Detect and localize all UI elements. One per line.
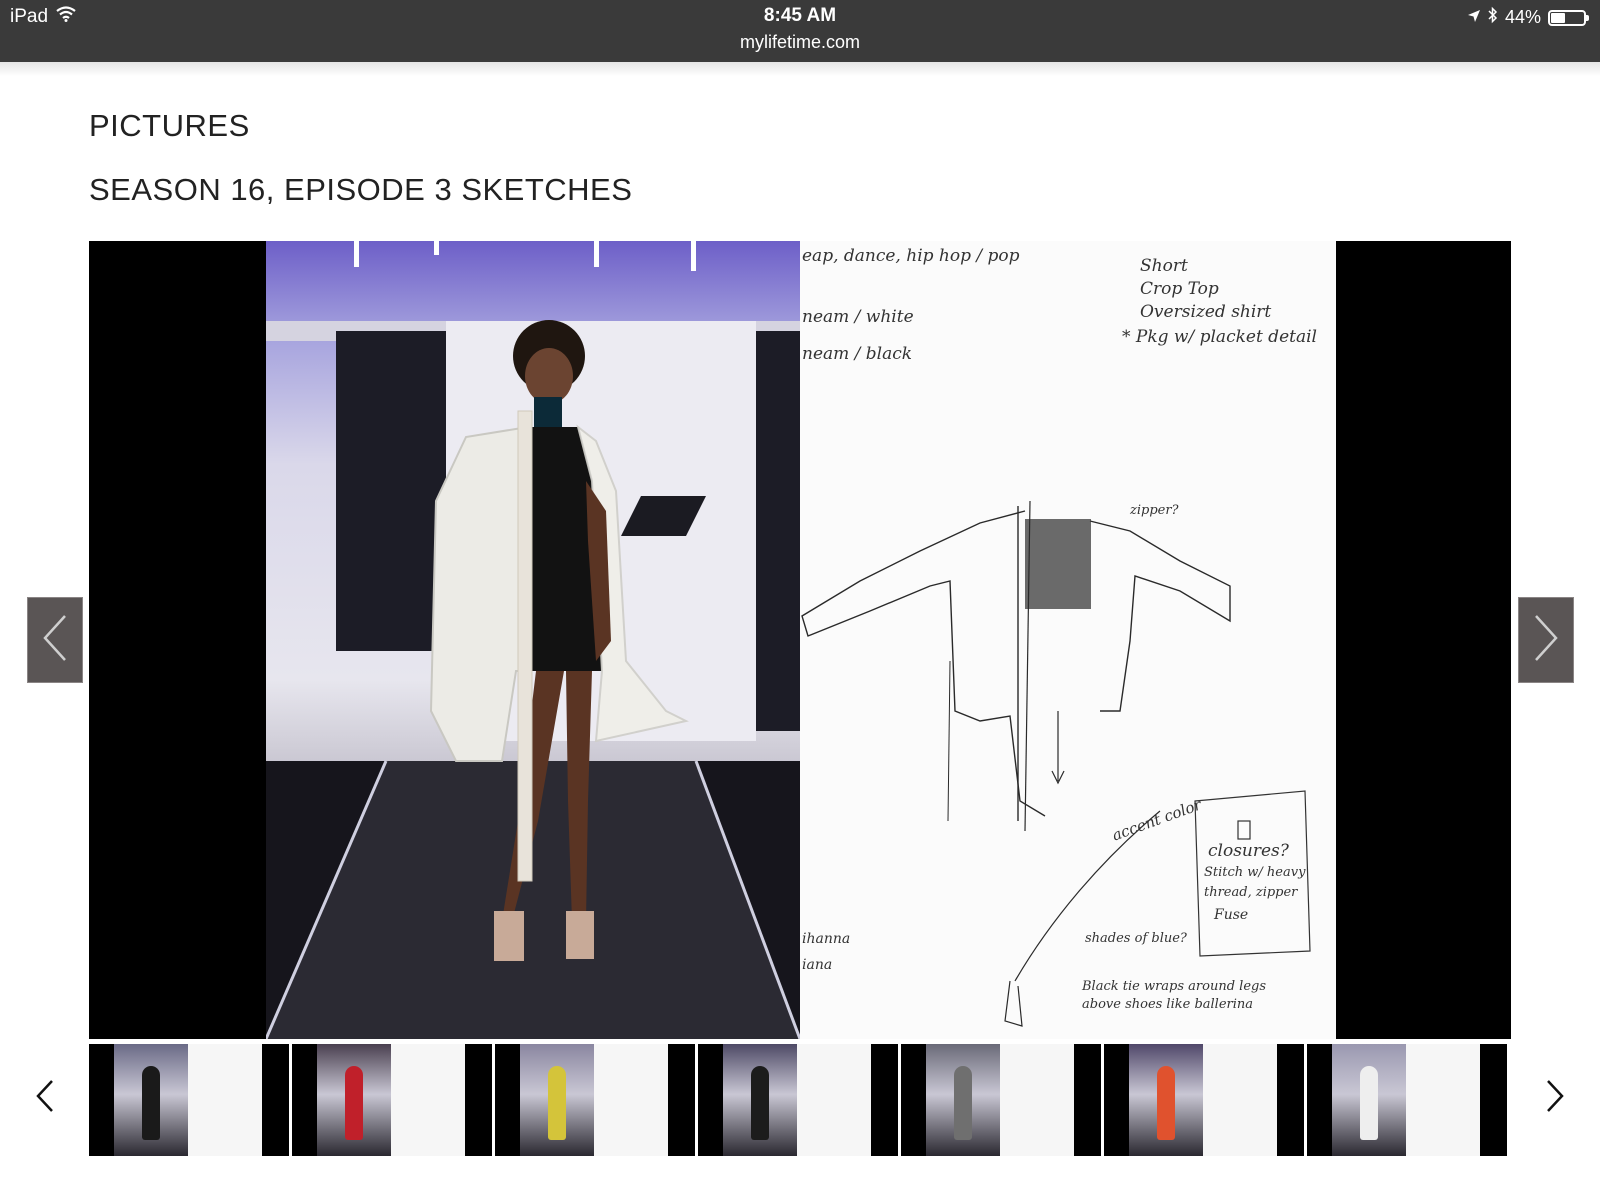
sketch-note: iana bbox=[802, 957, 833, 973]
chevron-left-icon bbox=[35, 1079, 55, 1118]
sketch-note: neam / black bbox=[802, 344, 913, 364]
chevron-right-icon bbox=[1545, 1079, 1565, 1118]
sketch-note: ihanna bbox=[802, 931, 851, 947]
chevron-right-icon bbox=[1532, 613, 1560, 668]
thumbnail-sketch bbox=[1000, 1044, 1074, 1156]
design-sketch: eap, dance, hip hop / pop Short Crop Top… bbox=[800, 241, 1336, 1039]
thumbnail-pad bbox=[292, 1044, 317, 1156]
next-slide-button[interactable] bbox=[1518, 597, 1574, 683]
thumbnail-strip bbox=[89, 1044, 1511, 1156]
location-arrow-icon bbox=[1467, 7, 1481, 28]
thumbnail-sketch bbox=[594, 1044, 668, 1156]
gallery-title: SEASON 16, EPISODE 3 SKETCHES bbox=[89, 172, 633, 207]
runway-photo bbox=[266, 241, 800, 1039]
clock: 8:45 AM bbox=[763, 5, 837, 26]
sketch-note: zipper? bbox=[1130, 503, 1179, 518]
thumbnail-pad bbox=[1104, 1044, 1129, 1156]
thumbnail[interactable] bbox=[1307, 1044, 1507, 1156]
sketch-note: shades of blue? bbox=[1085, 931, 1187, 946]
thumbnail-photo bbox=[520, 1044, 594, 1156]
thumbnail-pad bbox=[871, 1044, 898, 1156]
thumbnail-pad bbox=[89, 1044, 114, 1156]
thumbnails-next-button[interactable] bbox=[1540, 1078, 1570, 1118]
thumbnail-pad bbox=[262, 1044, 289, 1156]
thumbnail-pad bbox=[1307, 1044, 1332, 1156]
thumbnail-pad bbox=[1480, 1044, 1507, 1156]
thumbnail-pad bbox=[1277, 1044, 1304, 1156]
thumbnail-model bbox=[1157, 1066, 1175, 1140]
prev-slide-button[interactable] bbox=[27, 597, 83, 683]
thumbnail-pad bbox=[465, 1044, 492, 1156]
thumbnail-photo bbox=[317, 1044, 391, 1156]
thumbnail-pad bbox=[668, 1044, 695, 1156]
thumbnail[interactable] bbox=[1104, 1044, 1304, 1156]
thumbnail[interactable] bbox=[89, 1044, 289, 1156]
sketch-note: eap, dance, hip hop / pop bbox=[802, 246, 1020, 266]
sketch-note: Fuse bbox=[1214, 907, 1249, 923]
chevron-left-icon bbox=[41, 613, 69, 668]
sketch-note: above shoes like ballerina bbox=[1082, 997, 1254, 1012]
thumbnail-model bbox=[751, 1066, 769, 1140]
thumbnail-photo bbox=[114, 1044, 188, 1156]
sketch-note: Stitch w/ heavy bbox=[1204, 865, 1306, 880]
section-title: PICTURES bbox=[89, 108, 250, 143]
sketch-note: Crop Top bbox=[1140, 279, 1219, 299]
status-bar: iPad 8:45 AM mylifetime.com 44% bbox=[0, 0, 1600, 62]
main-slide[interactable]: eap, dance, hip hop / pop Short Crop Top… bbox=[89, 241, 1511, 1039]
thumbnail-sketch bbox=[1203, 1044, 1277, 1156]
battery-percent: 44% bbox=[1504, 7, 1541, 27]
thumbnail-photo bbox=[1332, 1044, 1406, 1156]
thumbnail-sketch bbox=[1406, 1044, 1480, 1156]
thumbnail-pad bbox=[495, 1044, 520, 1156]
thumbnail-photo bbox=[723, 1044, 797, 1156]
thumbnail-sketch bbox=[797, 1044, 871, 1156]
status-right: 44% bbox=[1467, 6, 1589, 29]
thumbnail-model bbox=[1360, 1066, 1378, 1140]
sketch-note: neam / white bbox=[802, 307, 914, 327]
battery-icon bbox=[1548, 9, 1589, 26]
thumbnail[interactable] bbox=[901, 1044, 1101, 1156]
sketch-note: Black tie wraps around legs bbox=[1082, 979, 1267, 994]
thumbnail-pad bbox=[1074, 1044, 1101, 1156]
sketch-note: * Pkg w/ placket detail bbox=[1122, 327, 1317, 347]
thumbnail-model bbox=[345, 1066, 363, 1140]
thumbnail-photo bbox=[1129, 1044, 1203, 1156]
thumbnail-pad bbox=[901, 1044, 926, 1156]
thumbnail-model bbox=[954, 1066, 972, 1140]
thumbnails-prev-button[interactable] bbox=[30, 1078, 60, 1118]
sketch-note: Oversized shirt bbox=[1140, 302, 1272, 322]
header-shadow bbox=[0, 62, 1600, 76]
thumbnail-photo bbox=[926, 1044, 1000, 1156]
thumbnail-model bbox=[548, 1066, 566, 1140]
bluetooth-icon bbox=[1488, 6, 1498, 29]
thumbnail-pad bbox=[698, 1044, 723, 1156]
url-bar[interactable]: mylifetime.com bbox=[0, 32, 1600, 53]
sketch-note: closures? bbox=[1208, 841, 1289, 861]
thumbnail-sketch bbox=[188, 1044, 262, 1156]
thumbnail-sketch bbox=[391, 1044, 465, 1156]
thumbnail[interactable] bbox=[495, 1044, 695, 1156]
sketch-note: Short bbox=[1140, 256, 1188, 276]
sketch-note: thread, zipper bbox=[1204, 885, 1298, 900]
thumbnail[interactable] bbox=[292, 1044, 492, 1156]
thumbnail[interactable] bbox=[698, 1044, 898, 1156]
thumbnail-model bbox=[142, 1066, 160, 1140]
